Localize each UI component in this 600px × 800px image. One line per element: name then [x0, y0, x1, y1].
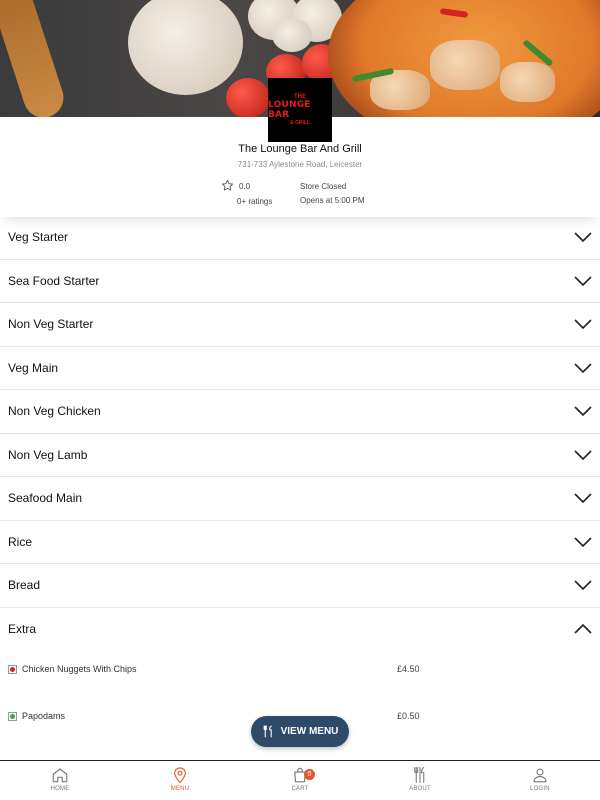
nav-label: ABOUT: [409, 786, 431, 792]
chevron-down-icon: [574, 363, 592, 373]
curry-meat-graphic: [430, 40, 500, 90]
cutlery-icon: [263, 725, 272, 738]
veg-indicator-icon: [8, 711, 17, 721]
nav-label: CART: [291, 786, 309, 792]
cart-count-badge: 0: [304, 769, 315, 780]
menu-categories: Veg Starter Sea Food Starter Non Veg Sta…: [0, 216, 600, 651]
category-name: Sea Food Starter: [8, 273, 100, 288]
chevron-down-icon: [574, 406, 592, 417]
category-name: Veg Main: [8, 360, 59, 375]
garlic-graphic: [128, 0, 243, 95]
tomato-graphic: [226, 78, 270, 117]
view-menu-label: VIEW MENU: [280, 726, 339, 737]
category-name: Seafood Main: [8, 491, 83, 506]
item-name: Chicken Nuggets With Chips: [22, 664, 137, 674]
nav-cart[interactable]: CART 0: [240, 761, 360, 800]
nav-label: MENU: [170, 786, 190, 792]
category-non-veg-lamb[interactable]: Non Veg Lamb: [0, 434, 600, 477]
category-name: Non Veg Starter: [8, 317, 94, 332]
wooden-spoon-graphic: [0, 0, 69, 117]
category-name: Non Veg Chicken: [8, 404, 101, 419]
logo-text: LOUNGE BAR: [268, 100, 311, 120]
category-name: Rice: [8, 534, 33, 549]
chevron-down-icon: [574, 319, 592, 330]
location-pin-icon: [174, 767, 186, 784]
item-price: £0.50: [397, 711, 420, 721]
category-rice[interactable]: Rice: [0, 521, 600, 564]
chevron-down-icon: [574, 232, 592, 243]
category-non-veg-chicken[interactable]: Non Veg Chicken: [0, 390, 600, 434]
store-status: Store Closed: [300, 182, 347, 191]
home-icon: [52, 768, 68, 783]
non-veg-indicator-icon: [8, 664, 17, 674]
restaurant-name: The Lounge Bar And Grill: [238, 143, 362, 155]
category-bread[interactable]: Bread: [0, 564, 600, 608]
item-price: £4.50: [397, 664, 420, 674]
bottom-navigation: HOME MENU CART 0 ABOUT LOGIN: [0, 760, 600, 800]
menu-item[interactable]: Chicken Nuggets With Chips £4.50: [0, 659, 600, 679]
restaurant-address: 731-733 Aylestone Road, Leicester: [237, 160, 363, 169]
category-extra[interactable]: Extra: [0, 608, 600, 652]
user-icon: [533, 768, 547, 783]
cutlery-icon: [414, 766, 425, 784]
chevron-up-icon: [574, 624, 592, 634]
category-name: Extra: [8, 622, 37, 637]
nav-login[interactable]: LOGIN: [480, 761, 600, 800]
restaurant-logo: THE LOUNGE BAR & GRILL: [268, 78, 332, 142]
category-name: Bread: [8, 578, 41, 593]
category-seafood-main[interactable]: Seafood Main: [0, 477, 600, 521]
garlic-graphic: [272, 18, 312, 52]
chevron-down-icon: [574, 450, 592, 460]
nav-home[interactable]: HOME: [0, 761, 120, 800]
category-name: Veg Starter: [8, 230, 69, 245]
rating-value: 0.0: [239, 182, 251, 191]
nav-menu[interactable]: MENU: [120, 761, 240, 800]
nav-label: HOME: [50, 786, 70, 792]
category-sea-food-starter[interactable]: Sea Food Starter: [0, 260, 600, 303]
category-name: Non Veg Lamb: [8, 447, 88, 462]
chevron-down-icon: [574, 276, 592, 286]
star-icon: [221, 179, 234, 191]
chevron-down-icon: [574, 493, 592, 504]
category-veg-main[interactable]: Veg Main: [0, 347, 600, 390]
nav-about[interactable]: ABOUT: [360, 761, 480, 800]
chevron-down-icon: [574, 537, 592, 547]
curry-meat-graphic: [500, 62, 555, 102]
category-non-veg-starter[interactable]: Non Veg Starter: [0, 303, 600, 347]
opening-time: Opens at 5:00 PM: [300, 196, 365, 205]
item-name: Papodams: [22, 711, 66, 721]
view-menu-button[interactable]: VIEW MENU: [251, 716, 349, 747]
nav-label: LOGIN: [530, 786, 550, 792]
category-veg-starter[interactable]: Veg Starter: [0, 216, 600, 260]
ratings-count: 0+ ratings: [237, 197, 273, 206]
chevron-down-icon: [574, 580, 592, 591]
logo-text: & GRILL: [290, 120, 310, 126]
